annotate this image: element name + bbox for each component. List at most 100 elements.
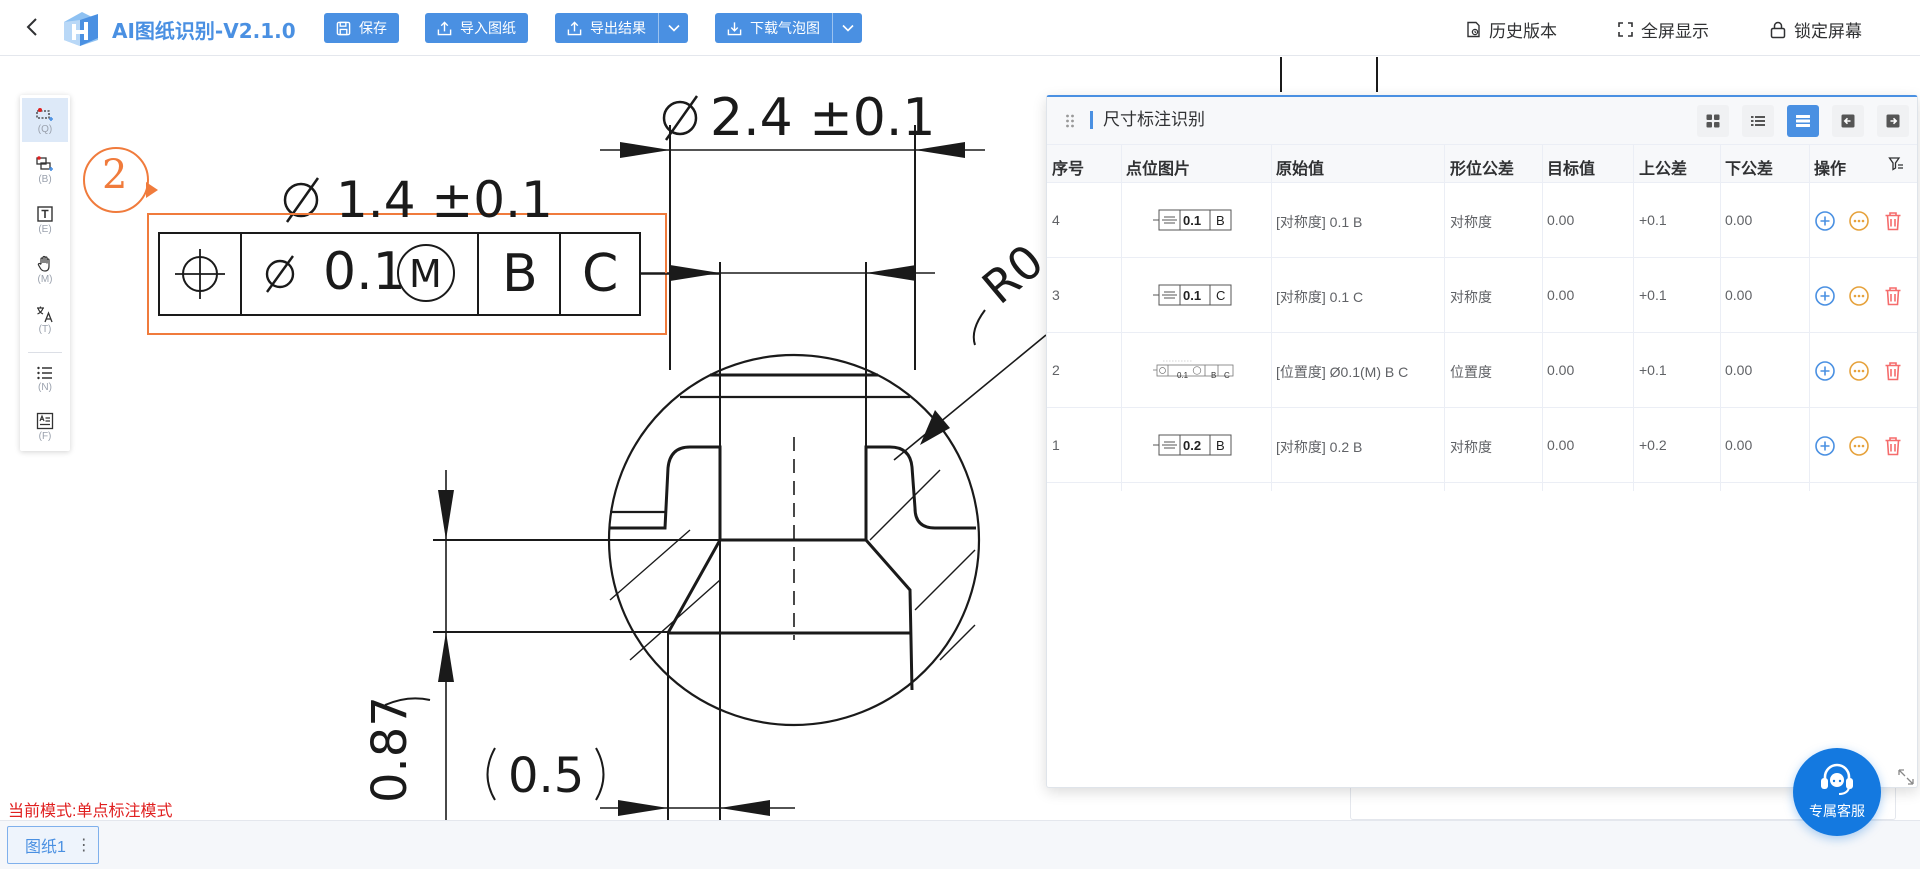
tool-key: (Q) (37, 124, 53, 135)
row-gdt-type: 对称度 (1450, 289, 1492, 305)
thumb-datum: B (1216, 438, 1225, 453)
tool-single-point[interactable]: (Q) (22, 98, 68, 142)
save-button[interactable]: 保存 (324, 13, 399, 43)
customer-service-button[interactable]: 专属客服 (1793, 748, 1881, 836)
sheet-tab-label: 图纸1 (25, 839, 66, 856)
more-icon[interactable] (1848, 435, 1870, 457)
import-drawing-button[interactable]: 导入图纸 (425, 13, 528, 43)
chevron-down-icon (667, 24, 680, 32)
row-target: 0.00 (1547, 437, 1575, 453)
history-version-link[interactable]: 历史版本 (1466, 17, 1557, 42)
lock-screen-link[interactable]: 锁定屏幕 (1770, 17, 1862, 42)
export-button[interactable]: 导出结果 (555, 13, 658, 43)
thumb-datum: C (1216, 288, 1226, 303)
table-row[interactable]: 4 0.1 B [对称度] 0.1 B 对称度 0.00 +0.1 0.00 (1047, 183, 1917, 258)
table-view-button[interactable] (1787, 105, 1819, 137)
dim-bottom-text: 0.5 (508, 748, 585, 804)
table-row[interactable]: 2 0.1 B C [位置度] Ø0.1(M) B C 位置度 0.00 +0.… (1047, 333, 1917, 408)
thumb-datum: B (1211, 371, 1217, 380)
bubble-number-text: 2 (102, 152, 128, 198)
back-button[interactable] (18, 13, 46, 41)
logo-icon (64, 12, 98, 46)
export-dropdown-button[interactable] (658, 13, 688, 43)
more-icon[interactable] (1848, 210, 1870, 232)
row-no: 1 (1052, 437, 1060, 453)
download-dropdown-button[interactable] (832, 13, 862, 43)
sheet-tab-1[interactable]: 图纸1 ⋮ (7, 826, 99, 864)
drag-handle-icon[interactable] (1065, 114, 1075, 128)
delete-icon[interactable] (1882, 360, 1904, 382)
list-view-button[interactable] (1742, 105, 1774, 137)
row-target: 0.00 (1547, 287, 1575, 303)
tool-text[interactable]: (E) (22, 198, 68, 242)
translate-icon (37, 306, 53, 323)
arrow-right-box-icon (1886, 114, 1900, 128)
add-icon[interactable] (1814, 435, 1836, 457)
row-no: 3 (1052, 287, 1060, 303)
dock-right-button[interactable] (1877, 105, 1909, 137)
fullscreen-icon (1618, 22, 1633, 37)
tool-list[interactable]: (N) (22, 357, 68, 401)
tool-key: (E) (38, 224, 52, 235)
more-icon[interactable] (1848, 360, 1870, 382)
row-upper: +0.1 (1639, 287, 1667, 303)
tool-key: (F) (38, 431, 52, 442)
grid-view-button[interactable] (1697, 105, 1729, 137)
tool-hand[interactable]: (M) (22, 248, 68, 292)
tool-translate[interactable]: (T) (22, 298, 68, 342)
panel-title: 尺寸标注识别 (1090, 111, 1205, 129)
fullscreen-link[interactable]: 全屏显示 (1618, 17, 1709, 42)
row-gdt-type: 对称度 (1450, 439, 1492, 455)
delete-icon[interactable] (1882, 435, 1904, 457)
history-label: 历史版本 (1489, 22, 1557, 41)
delete-icon[interactable] (1882, 210, 1904, 232)
import-label: 导入图纸 (460, 20, 516, 36)
list-icon (37, 366, 52, 380)
row-upper: +0.1 (1639, 362, 1667, 378)
column-filter-icon[interactable] (1888, 156, 1904, 172)
table-row[interactable]: 1 0.2 B [对称度] 0.2 B 对称度 0.00 +0.2 0.00 (1047, 408, 1917, 483)
save-icon (336, 21, 351, 35)
app-title: AI图纸识别-V2.1.0 (112, 19, 296, 43)
left-toolbar: (Q) (B) (E) (M) (T) (N) (F) (20, 95, 70, 451)
table-header: 序号 点位图片 原始值 形位公差 目标值 上公差 下公差 操作 (1047, 145, 1917, 183)
lock-icon (1770, 21, 1786, 38)
dock-left-button[interactable] (1832, 105, 1864, 137)
dim-second-text: 1.4 ±0.1 (336, 171, 553, 229)
sheet-tab-more-icon[interactable]: ⋮ (76, 835, 92, 855)
more-icon[interactable] (1848, 285, 1870, 307)
delete-icon[interactable] (1882, 285, 1904, 307)
col-header-raw: 原始值 (1276, 161, 1325, 178)
fullscreen-label: 全屏显示 (1641, 22, 1709, 41)
add-icon[interactable] (1814, 210, 1836, 232)
row-gdt-type: 位置度 (1450, 364, 1492, 380)
text-box-icon (37, 206, 53, 222)
row-lower: 0.00 (1725, 212, 1753, 228)
frame-value-text: 0.1 (323, 242, 406, 302)
dimension-panel: 尺寸标注识别 序号 点位图片 原始值 形位公差 目标值 上公差 下公差 操作 4… (1046, 95, 1918, 788)
tool-format[interactable]: (F) (22, 405, 68, 449)
download-label: 下载气泡图 (750, 20, 820, 36)
add-icon[interactable] (1814, 360, 1836, 382)
tool-batch[interactable]: (B) (22, 148, 68, 192)
table-row[interactable]: 3 0.1 C [对称度] 0.1 C 对称度 0.00 +0.1 0.00 (1047, 258, 1917, 333)
row-raw-value: [对称度] 0.1 C (1276, 289, 1364, 305)
col-header-lower: 下公差 (1725, 161, 1774, 178)
row-raw-value: [位置度] Ø0.1(M) B C (1276, 364, 1409, 380)
row-lower: 0.00 (1725, 437, 1753, 453)
export-icon (567, 20, 582, 35)
panel-header[interactable]: 尺寸标注识别 (1047, 97, 1917, 145)
thumb-datum: B (1216, 213, 1225, 228)
add-icon[interactable] (1814, 285, 1836, 307)
arrow-left-box-icon (1841, 114, 1855, 128)
history-icon (1467, 21, 1480, 38)
thumb-datum-2: C (1224, 371, 1230, 380)
grid-icon (1706, 114, 1720, 128)
resize-icon[interactable] (1896, 767, 1916, 787)
thumb-value: 0.1 (1183, 288, 1202, 303)
download-icon (727, 21, 742, 35)
row-lower: 0.00 (1725, 287, 1753, 303)
frame-modifier-text: M (409, 252, 442, 296)
download-bubble-button[interactable]: 下载气泡图 (715, 13, 832, 43)
download-split-button: 下载气泡图 (715, 13, 862, 43)
